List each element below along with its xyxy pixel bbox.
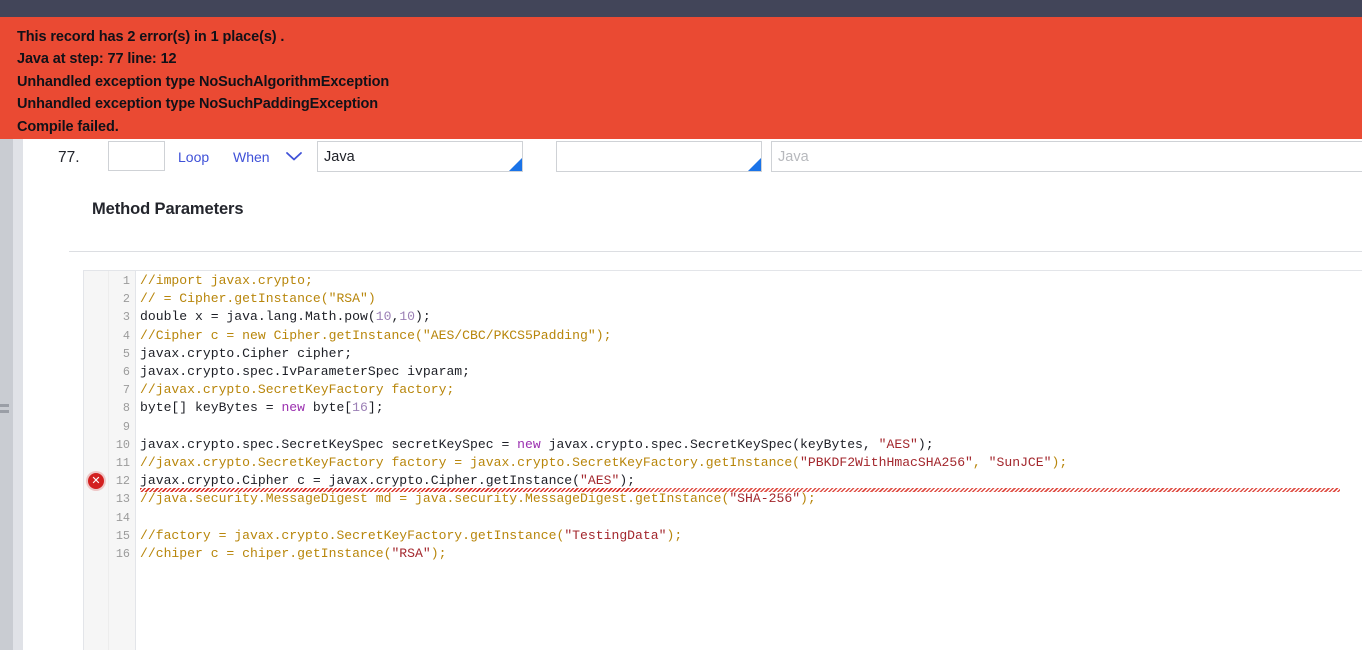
app-root: This record has 2 error(s) in 1 place(s)… xyxy=(0,0,1362,650)
error-line-summary: This record has 2 error(s) in 1 place(s)… xyxy=(17,29,285,45)
editor-code-line[interactable]: //chiper c = chiper.getInstance("RSA"); xyxy=(140,545,446,563)
code-token: "SunJCE" xyxy=(988,455,1052,470)
editor-code-line[interactable]: //javax.crypto.SecretKeyFactory factory; xyxy=(140,381,454,399)
editor-line-number: 16 xyxy=(115,547,130,561)
page-title: Method Parameters xyxy=(92,200,244,218)
code-editor[interactable]: //import javax.crypto; // = Cipher.getIns… xyxy=(83,270,1362,650)
code-token: // = Cipher.getInstance("RSA") xyxy=(140,291,376,307)
left-gutter-inner xyxy=(13,139,23,650)
code-token: "RSA" xyxy=(391,546,431,561)
editor-line-number: 7 xyxy=(122,383,130,398)
language-select[interactable]: Java xyxy=(317,141,523,172)
editor-line-number: 11 xyxy=(115,456,130,470)
editor-code-line[interactable]: //java.security.MessageDigest md = java.… xyxy=(140,490,816,508)
error-circle-x-icon[interactable]: ✕ xyxy=(88,473,104,490)
editor-line-number: 6 xyxy=(122,365,130,379)
editor-line-number: 10 xyxy=(115,437,130,452)
code-token: javax.crypto.Cipher cipher; xyxy=(140,345,353,361)
code-token: new xyxy=(281,400,306,416)
editor-line-number: 8 xyxy=(122,401,130,416)
code-token: byte[] keyBytes = xyxy=(140,400,282,416)
editor-code-line[interactable]: //javax.crypto.SecretKeyFactory factory … xyxy=(140,454,1067,472)
editor-code-line[interactable]: // = Cipher.getInstance("RSA") xyxy=(140,290,376,308)
left-gutter xyxy=(0,139,13,650)
editor-line-number: 9 xyxy=(122,419,130,434)
top-app-bar xyxy=(0,0,1362,17)
error-line-exception-1: Unhandled exception type NoSuchAlgorithm… xyxy=(17,73,390,90)
editor-code-line[interactable]: javax.crypto.spec.IvParameterSpec ivpara… xyxy=(140,363,470,381)
code-token: ); xyxy=(917,436,934,452)
code-token: ); xyxy=(800,491,816,507)
code-token: //factory = javax.crypto.SecretKeyFactor… xyxy=(140,527,565,543)
code-summary-field[interactable]: Java xyxy=(771,141,1362,172)
method-parameters-panel: Method Parameters //import javax.crypto;… xyxy=(23,189,1362,650)
secondary-select[interactable] xyxy=(556,141,762,172)
code-token: "AES" xyxy=(580,473,620,489)
when-link[interactable]: When xyxy=(233,149,270,165)
editor-code-line[interactable]: //Cipher c = new Cipher.getInstance("AES… xyxy=(140,327,611,345)
step-number-label: 77. xyxy=(58,149,80,166)
code-token: ); xyxy=(415,309,431,325)
close-icon-glyph: ✕ xyxy=(91,475,101,488)
editor-code-line[interactable]: byte[] keyBytes = new byte[16]; xyxy=(140,399,384,417)
error-line-compile-status: Compile failed. xyxy=(17,118,119,135)
chevron-down-icon[interactable] xyxy=(283,148,305,164)
editor-line-number: 5 xyxy=(122,346,130,361)
code-token: //java.security.MessageDigest md = java.… xyxy=(140,491,730,507)
loop-link[interactable]: Loop xyxy=(178,149,209,165)
code-token: //javax.crypto.SecretKeyFactory factory … xyxy=(140,455,801,470)
code-token: //javax.crypto.SecretKeyFactory factory; xyxy=(140,382,455,398)
editor-code-line[interactable]: //factory = javax.crypto.SecretKeyFactor… xyxy=(140,527,682,545)
code-token: //import javax.crypto; xyxy=(140,273,313,288)
editor-line-number: 15 xyxy=(115,528,130,543)
editor-code-line[interactable]: javax.crypto.spec.SecretKeySpec secretKe… xyxy=(140,436,934,454)
editor-line-number: 4 xyxy=(122,328,130,343)
editor-code-line[interactable]: javax.crypto.Cipher cipher; xyxy=(140,345,352,363)
code-token: //chiper c = chiper.getInstance( xyxy=(140,546,392,561)
code-token: double x = java.lang.Math.pow( xyxy=(140,309,376,325)
code-token: //Cipher c = new Cipher.getInstance("AES… xyxy=(140,327,612,343)
code-token: new xyxy=(517,436,541,452)
code-token: "SHA-256" xyxy=(729,491,801,507)
editor-line-number: 3 xyxy=(122,310,130,325)
code-summary-placeholder: Java xyxy=(778,149,809,165)
language-select-value: Java xyxy=(324,149,355,165)
editor-line-number: 13 xyxy=(115,492,130,507)
editor-line-number: 2 xyxy=(122,292,130,307)
code-token: javax.crypto.spec.IvParameterSpec ivpara… xyxy=(140,364,471,379)
code-token: ); xyxy=(619,473,636,489)
code-token: ]; xyxy=(367,400,384,416)
code-token: "TestingData" xyxy=(564,527,667,543)
splitter-drag-handle[interactable] xyxy=(0,404,9,416)
code-token: 10 xyxy=(375,309,392,325)
error-line-location: Java at step: 77 line: 12 xyxy=(17,51,177,68)
error-line-exception-2: Unhandled exception type NoSuchPaddingEx… xyxy=(17,96,379,113)
resize-grip-icon[interactable] xyxy=(509,158,522,171)
step-toolbar-row: 77. Loop When Java Java xyxy=(23,139,1362,189)
code-token: 16 xyxy=(352,400,368,416)
code-token: , xyxy=(972,455,989,470)
editor-code-area[interactable]: //import javax.crypto; // = Cipher.getIns… xyxy=(137,271,1362,650)
code-token: 10 xyxy=(399,309,416,325)
editor-code-line[interactable]: //import javax.crypto; xyxy=(140,272,313,290)
error-squiggle-underline-overflow xyxy=(140,487,1340,492)
code-token: "PBKDF2WithHmacSHA256" xyxy=(800,455,973,470)
editor-code-line[interactable]: double x = java.lang.Math.pow(10,10); xyxy=(140,308,431,326)
code-token: ); xyxy=(666,527,683,543)
code-token: ); xyxy=(430,546,447,561)
step-input[interactable] xyxy=(108,141,165,171)
code-token: javax.crypto.spec.SecretKeySpec secretKe… xyxy=(140,436,518,452)
code-token: ); xyxy=(1051,455,1068,470)
code-token: byte[ xyxy=(305,400,353,416)
editor-line-number: 14 xyxy=(115,510,130,525)
code-token: "AES" xyxy=(878,436,918,452)
code-token: javax.crypto.Cipher c = javax.crypto.Cip… xyxy=(140,473,581,489)
section-divider xyxy=(69,251,1362,252)
resize-grip-icon[interactable] xyxy=(748,158,761,171)
code-token: javax.crypto.spec.SecretKeySpec(keyBytes… xyxy=(540,436,879,452)
error-banner: This record has 2 error(s) in 1 place(s)… xyxy=(0,17,1362,139)
editor-line-number: 1 xyxy=(122,274,130,288)
